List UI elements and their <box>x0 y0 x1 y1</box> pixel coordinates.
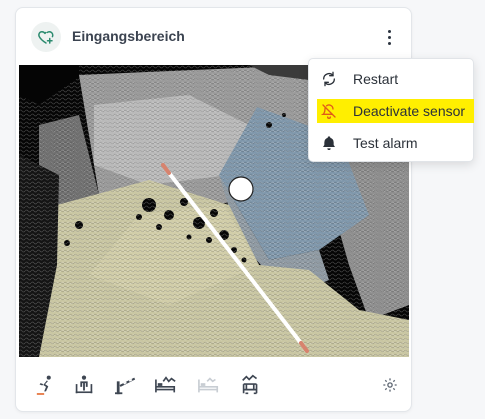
menu-item-label: Deactivate sensor <box>353 103 466 119</box>
bed-empty-icon[interactable] <box>196 372 222 398</box>
menu-item-label: Test alarm <box>353 135 418 151</box>
card-header: Eingangsbereich <box>16 8 411 64</box>
menu-item-label: Restart <box>353 71 399 87</box>
person-seated-icon[interactable] <box>71 372 97 398</box>
bell-icon <box>320 134 338 152</box>
menu-item-deactivate-sensor[interactable]: Deactivate sensor <box>309 95 474 127</box>
context-menu: Restart Deactivate sensor Test alarm <box>308 58 474 162</box>
card-title: Eingangsbereich <box>72 28 185 44</box>
kebab-vertical-icon[interactable] <box>382 26 396 48</box>
barrier-icon[interactable] <box>113 372 139 398</box>
bell-off-icon <box>320 102 338 120</box>
card-toolbar <box>16 368 411 402</box>
person-fall-icon[interactable] <box>33 372 59 398</box>
heart-plus-icon <box>31 22 61 52</box>
refresh-icon <box>320 70 338 88</box>
gear-icon[interactable] <box>382 377 400 395</box>
menu-item-test-alarm[interactable]: Test alarm <box>309 127 473 159</box>
chair-activity-icon[interactable] <box>238 372 264 398</box>
bed-activity-icon[interactable] <box>153 372 179 398</box>
menu-item-restart[interactable]: Restart <box>309 63 473 95</box>
